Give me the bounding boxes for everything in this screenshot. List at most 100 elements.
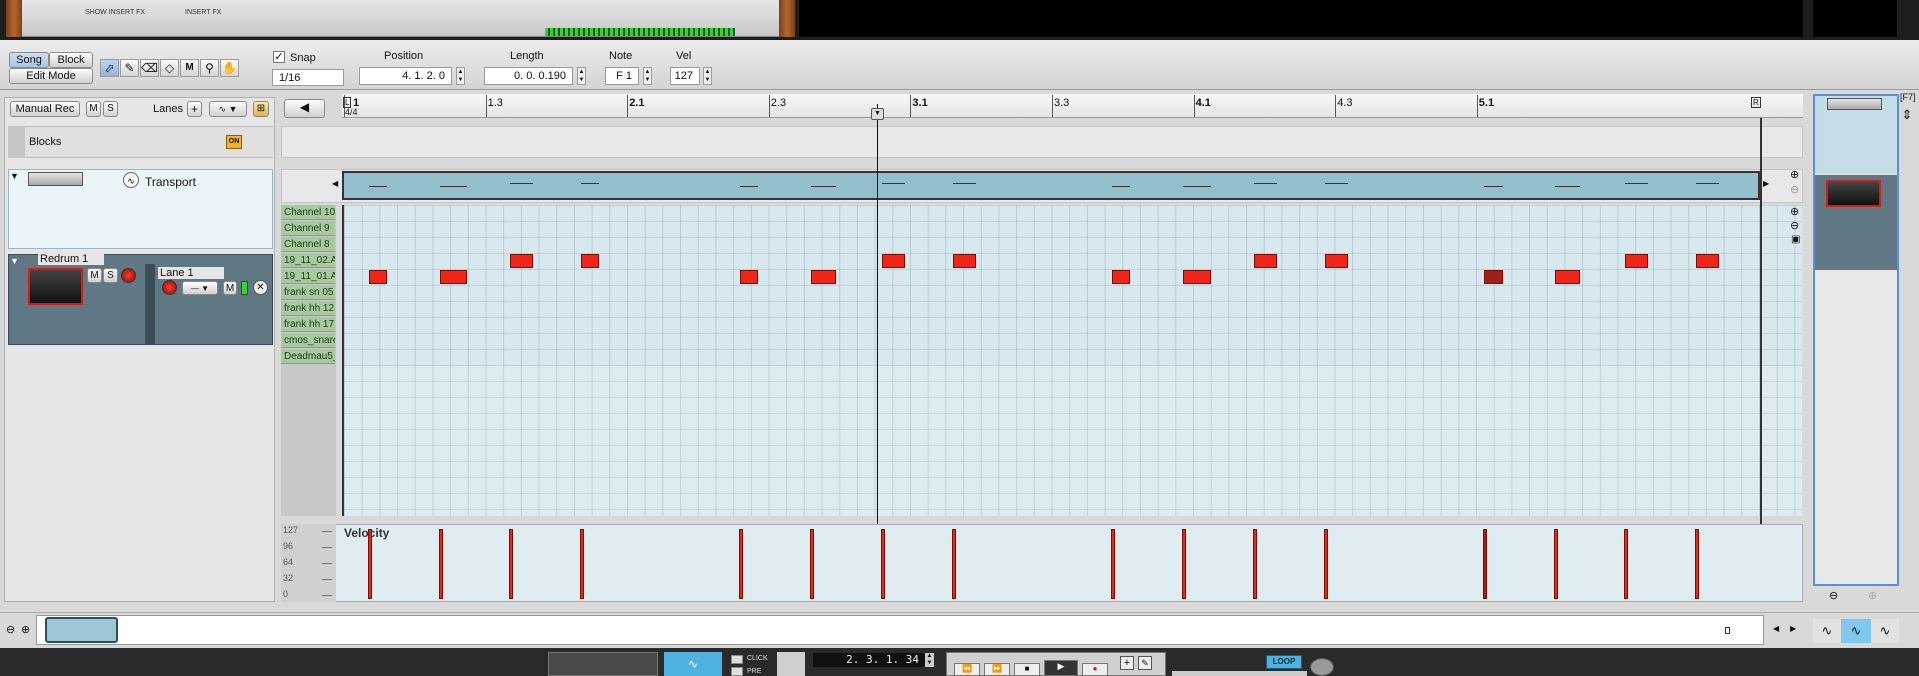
note[interactable] [1625,254,1649,268]
velocity-bar[interactable] [367,529,372,599]
velocity-bar[interactable] [1482,529,1487,599]
channel-label[interactable]: frank hh 17 [281,317,335,332]
stop-button[interactable]: ■ [1014,663,1040,676]
length-spinner[interactable]: ▲ ▼ [577,67,586,85]
note[interactable] [510,254,534,268]
hscroll-track[interactable] [36,615,1764,645]
ruler[interactable] [342,94,1803,118]
edit-mode-button[interactable]: Edit Mode [9,68,93,84]
grid-scroll-icon[interactable]: ▣ [1791,234,1800,245]
waveform-medium-icon[interactable]: ∿ [1841,619,1871,643]
channel-label[interactable]: 19_11_02.A [281,253,335,268]
hscroll-left-icon[interactable]: ◀ [1773,624,1779,633]
waveform-large-icon[interactable]: ∿ [1871,619,1899,643]
note[interactable] [439,270,467,284]
add-lane-button[interactable]: + [187,101,202,117]
pencil-marker-icon[interactable]: ✎ [1138,656,1152,670]
eraser-tool-icon[interactable]: ⌫ [140,59,159,77]
solo-button[interactable]: S [103,101,118,117]
hand-tool-icon[interactable]: ✋ [220,59,239,77]
ruler-back-button[interactable]: ◀ [284,99,325,118]
transport-automation-icon[interactable]: ∿ [123,172,139,188]
velocity-bar[interactable] [810,529,815,599]
position-spinner[interactable]: ▲ ▼ [456,67,465,85]
velocity-bar[interactable] [1323,529,1328,599]
length-field[interactable]: 0. 0. 0.190 [484,67,573,85]
note[interactable] [811,270,837,284]
note[interactable] [952,254,976,268]
position-field[interactable]: 4. 1. 2. 0 [359,67,452,85]
mute-tool-icon[interactable]: M [180,59,199,77]
overview-zoom-in-icon[interactable]: ⊕ [1868,589,1877,602]
song-position-spinner[interactable]: ▲ ▼ [925,653,934,667]
show-insert-fx-label[interactable]: SHOW INSERT FX [85,9,145,16]
velocity-bar[interactable] [1553,529,1558,599]
song-position-display[interactable]: 2. 3. 1. 34 [813,653,925,667]
lane-delete-icon[interactable]: ✕ [253,280,268,295]
right-locator-marker[interactable]: R [1751,97,1761,108]
rewind-button[interactable]: ⏪ [954,663,980,676]
play-button[interactable]: ▶ [1044,660,1078,676]
velocity-bar[interactable] [1695,529,1700,599]
click-checkbox[interactable] [731,655,743,664]
hscroll-thumb[interactable] [45,617,118,643]
note-spinner[interactable]: ▲ ▼ [643,67,652,85]
vel-field[interactable]: 127 [670,67,700,85]
velocity-bar[interactable] [739,529,744,599]
zoom-in-icon[interactable]: ⊕ [1790,168,1799,181]
channel-label[interactable]: frank sn 05 [281,285,335,300]
lane-dropdown[interactable]: — ▼ [182,281,218,295]
clip-strip[interactable] [342,171,1760,200]
note[interactable] [1253,254,1277,268]
note[interactable] [368,270,387,284]
left-locator-marker[interactable]: L [343,97,352,108]
add-marker-button[interactable]: + [1120,656,1134,670]
pencil-tool-icon[interactable]: ✎ [120,59,139,77]
transport-collapse-icon[interactable]: ▼ [10,171,19,181]
line-tool-icon[interactable]: ◇ [160,59,179,77]
note[interactable] [1554,270,1580,284]
velocity-bar[interactable] [1181,529,1186,599]
velocity-bar[interactable] [1111,529,1116,599]
manual-rec-button[interactable]: Manual Rec [10,101,80,117]
magnify-tool-icon[interactable]: ⚲ [200,59,219,77]
velocity-bar[interactable] [438,529,443,599]
note[interactable] [740,270,759,284]
redrum-collapse-icon[interactable]: ▼ [10,256,19,266]
hscroll-right-icon[interactable]: ▶ [1790,624,1796,633]
channel-label[interactable]: Deadmau5_ [281,349,335,364]
channel-label[interactable]: Channel 9 [281,221,335,236]
note-field[interactable]: F 1 [605,67,639,85]
velocity-bar[interactable] [881,529,885,599]
redrum-track-name[interactable]: Redrum 1 [38,253,105,265]
velocity-bar[interactable] [951,529,956,599]
overview-zoom-out-icon[interactable]: ⊖ [1829,589,1838,602]
channel-label[interactable]: Channel 10 [281,205,335,220]
channel-label[interactable]: 19_11_01.A [281,269,335,284]
blocks-on-button[interactable]: ON [226,135,242,149]
mute-button[interactable]: M [86,101,101,117]
hzoom-in-icon[interactable]: ⊕ [21,623,30,636]
redrum-solo-button[interactable]: S [103,268,118,283]
pre-checkbox[interactable] [731,667,743,676]
loop-button[interactable]: LOOP [1266,655,1302,669]
strip-right-arrow-icon[interactable]: ▶ [1763,179,1769,188]
velocity-bar[interactable] [509,529,514,599]
transport-sync-icon[interactable]: ∿ [664,652,722,676]
velocity-bar[interactable] [1252,529,1257,599]
zoom-out-icon[interactable]: ⊖ [1790,183,1799,196]
lane-settings-icon[interactable]: ⊞ [253,101,269,117]
redrum-mute-button[interactable]: M [87,268,102,283]
transport-knob-icon[interactable] [1310,658,1334,676]
note[interactable] [1182,270,1211,284]
strip-left-arrow-icon[interactable]: ◀ [332,179,338,188]
lane-record-icon[interactable] [162,280,177,295]
note[interactable] [882,254,905,268]
lane-mute-button[interactable]: M [223,281,237,295]
grid-zoom-in-icon[interactable]: ⊕ [1790,205,1799,218]
hzoom-out-icon[interactable]: ⊖ [6,623,15,636]
record-button[interactable]: ● [1082,663,1108,676]
fast-forward-button[interactable]: ⏩ [984,663,1010,676]
redrum-record-icon[interactable] [121,268,136,283]
grid-zoom-out-icon[interactable]: ⊖ [1790,219,1799,232]
